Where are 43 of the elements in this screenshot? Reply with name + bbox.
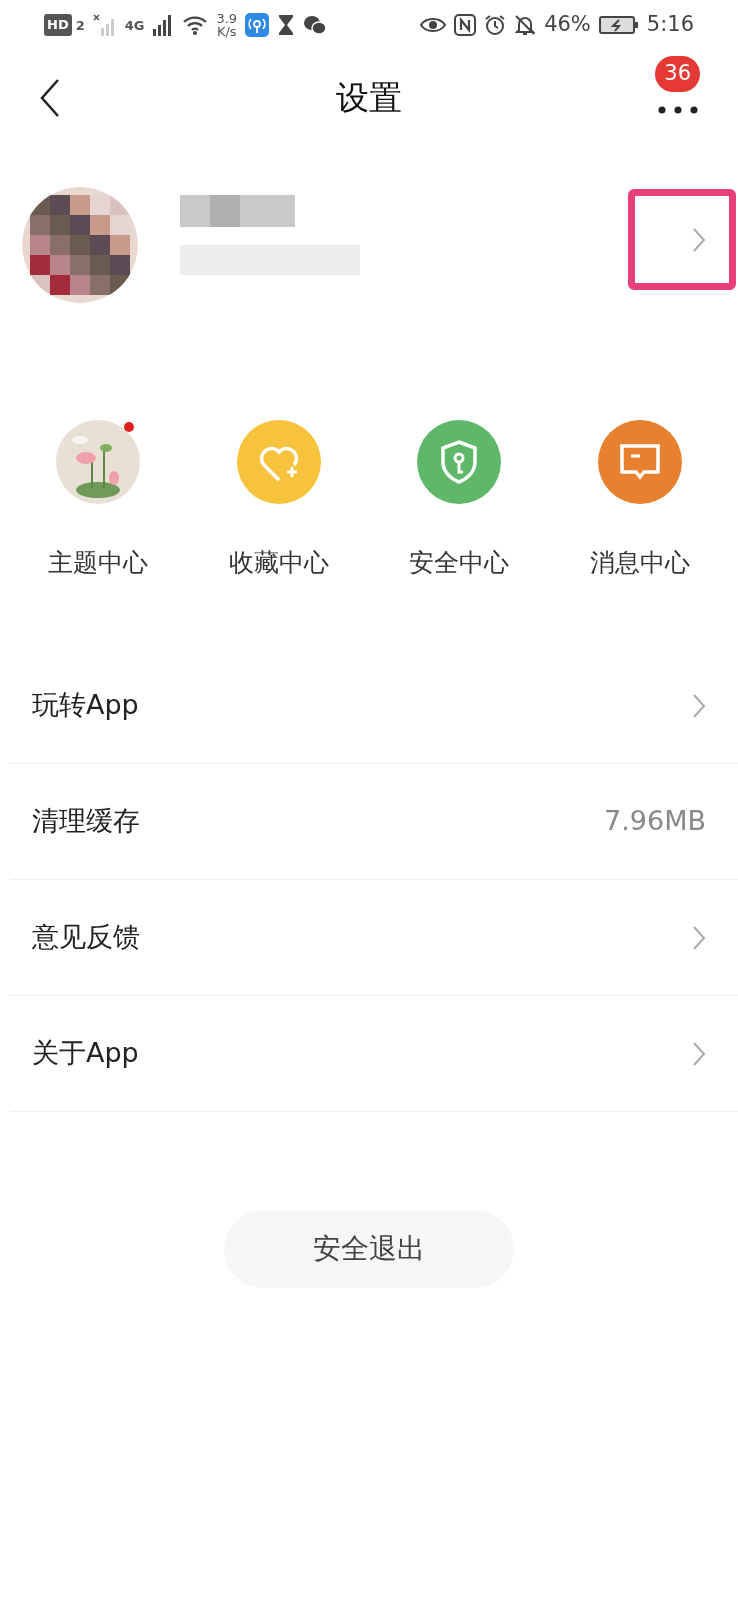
lotus-painting-icon[interactable]	[56, 420, 141, 504]
page-title: 设置	[336, 76, 402, 119]
chevron-right-icon[interactable]	[692, 227, 706, 253]
alarm-icon	[484, 14, 507, 36]
settings-row[interactable]: 意见反馈	[10, 880, 738, 996]
settings-row[interactable]: 玩转App	[10, 648, 738, 764]
battery-charging-icon	[598, 15, 639, 35]
shortcut-label[interactable]: 安全中心	[409, 544, 510, 582]
back-icon[interactable]	[40, 78, 60, 118]
key-shield-icon[interactable]	[417, 420, 502, 504]
sim-number: 2	[75, 18, 85, 32]
cache-size: 7.96MB	[604, 804, 706, 839]
hourglass-icon	[277, 14, 296, 36]
chevron-right-icon	[692, 1040, 706, 1067]
settings-label: 清理缓存	[32, 804, 140, 839]
eye-icon	[420, 16, 447, 34]
logout-button[interactable]: 安全退出	[224, 1210, 514, 1288]
notification-badge: 36	[655, 56, 700, 92]
settings-row[interactable]: 清理缓存 7.96MB	[10, 764, 738, 880]
settings-label: 意见反馈	[32, 920, 140, 955]
more-icon[interactable]	[658, 106, 698, 114]
wifi-icon	[182, 14, 209, 36]
network-type: 4G	[124, 18, 145, 32]
battery-percent: 46%	[544, 11, 591, 39]
speed-value: 3.9	[216, 12, 238, 25]
chevron-right-icon	[692, 924, 706, 951]
message-icon[interactable]	[597, 420, 682, 504]
nfc-icon	[454, 14, 477, 36]
settings-row[interactable]: 关于App	[10, 996, 738, 1112]
shortcut-label[interactable]: 消息中心	[589, 544, 690, 582]
muted-bell-icon	[514, 14, 537, 36]
hotspot-app-icon	[245, 13, 270, 37]
shortcut-label[interactable]: 主题中心	[48, 544, 149, 582]
settings-label: 关于App	[32, 1036, 139, 1071]
shortcut-label[interactable]: 收藏中心	[228, 544, 329, 582]
no-signal-icon	[92, 14, 117, 36]
status-time: 5:16	[646, 11, 694, 39]
heart-plus-icon[interactable]	[236, 420, 321, 504]
network-badge: HD	[44, 14, 72, 36]
settings-label: 玩转App	[32, 688, 139, 723]
chat-icon	[303, 14, 328, 36]
speed-unit: K/s	[216, 25, 237, 38]
chevron-right-icon	[692, 692, 706, 719]
